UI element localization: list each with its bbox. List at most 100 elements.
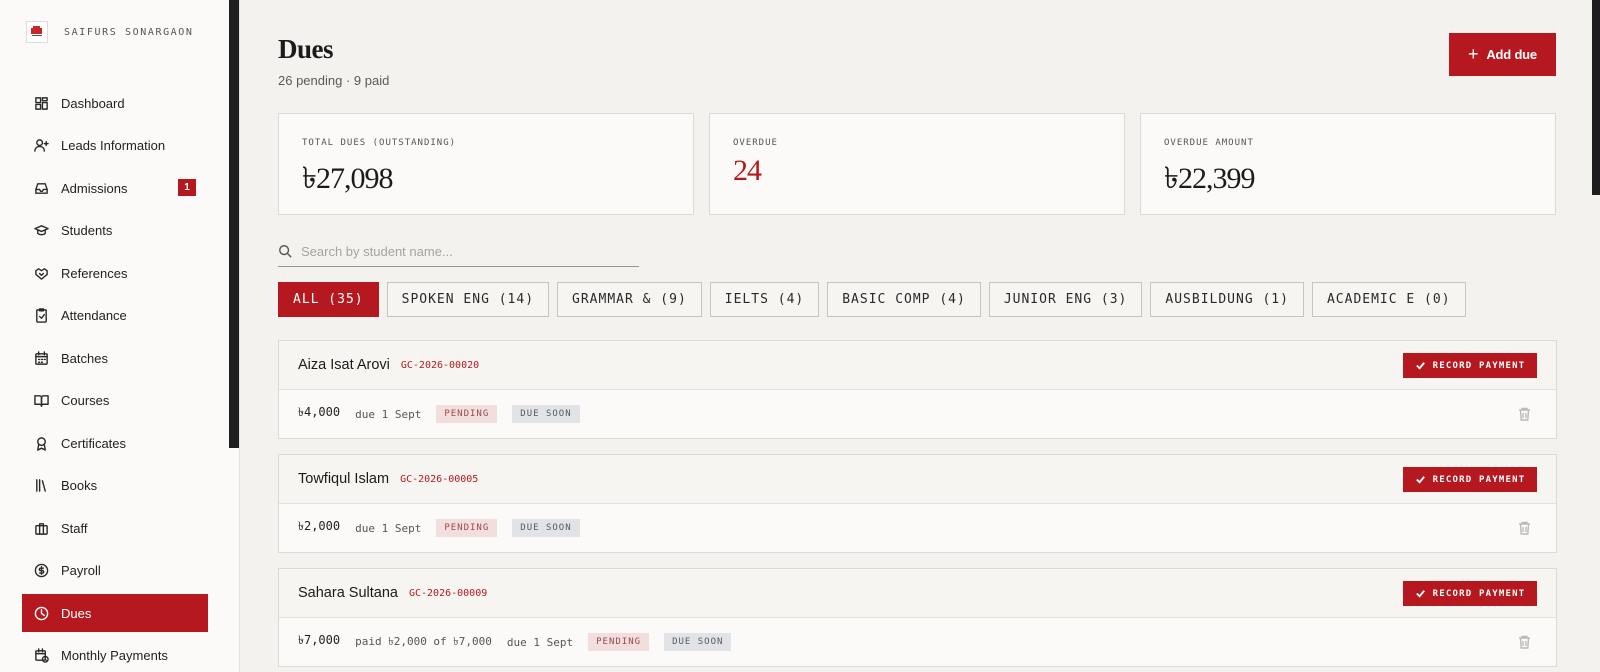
due-date: due 1 Sept [355, 521, 422, 535]
filter-chip-academic-e[interactable]: ACADEMIC E (0) [1311, 282, 1466, 317]
record-payment-label: RECORD PAYMENT [1432, 474, 1526, 485]
paid-progress: paid ৳2,000 of ৳7,000 [355, 634, 492, 648]
sidebar-nav: Dashboard Leads Information Admissions 1… [22, 84, 208, 672]
sidebar-item-books[interactable]: Books [22, 467, 208, 505]
due-card: Towfiqul Islam GC-2026-00005 RECORD PAYM… [278, 454, 1557, 553]
student-name[interactable]: Towfiqul Islam [298, 471, 389, 487]
due-card-header: Towfiqul Islam GC-2026-00005 RECORD PAYM… [279, 455, 1556, 504]
sidebar-item-label: Staff [61, 520, 88, 536]
plus-icon: + [1468, 44, 1479, 64]
due-soon-badge: DUE SOON [512, 405, 580, 423]
due-soon-badge: DUE SOON [512, 519, 580, 537]
sidebar-item-courses[interactable]: Courses [22, 382, 208, 420]
add-due-button[interactable]: + Add due [1449, 33, 1556, 76]
stat-value: 24 [733, 154, 762, 187]
due-card-header: Aiza Isat Arovi GC-2026-00020 RECORD PAY… [279, 341, 1556, 390]
clipboard-check-icon [36, 308, 47, 323]
due-date: due 1 Sept [355, 407, 422, 421]
filter-chip-all[interactable]: ALL (35) [278, 282, 379, 317]
main-scrollbar[interactable] [1592, 0, 1600, 195]
sidebar-item-certificates[interactable]: Certificates [22, 424, 208, 462]
sidebar-item-staff[interactable]: Staff [22, 509, 208, 547]
library-icon [36, 479, 46, 492]
sidebar-item-label: Admissions [61, 180, 128, 196]
sidebar-item-admissions[interactable]: Admissions 1 [22, 169, 208, 207]
record-payment-button[interactable]: RECORD PAYMENT [1403, 581, 1537, 606]
search-input[interactable] [301, 243, 621, 259]
filter-chip-junior-eng[interactable]: JUNIOR ENG (3) [988, 282, 1143, 317]
due-amount: ৳7,000 [298, 633, 341, 647]
sidebar-item-label: Attendance [61, 308, 127, 323]
filter-chip-grammar[interactable]: GRAMMAR & (9) [557, 282, 702, 317]
sidebar-scrollbar[interactable] [229, 0, 239, 448]
sidebar-item-attendance[interactable]: Attendance [22, 297, 208, 335]
sidebar-item-monthly-payments[interactable]: Monthly Payments [22, 637, 208, 672]
status-badge: PENDING [436, 519, 498, 537]
sidebar-item-payroll[interactable]: Payroll [22, 552, 208, 590]
sidebar-item-batches[interactable]: Batches [22, 339, 208, 377]
filter-chip-ielts[interactable]: IELTS (4) [709, 282, 820, 317]
page-title: Dues [278, 34, 334, 64]
brand-name: SAIFURS SONARGAON [64, 26, 194, 38]
brand[interactable]: SAIFURS SONARGAON [26, 21, 194, 43]
sidebar-item-dues[interactable]: Dues [22, 594, 208, 632]
filter-chip-ausbildung[interactable]: AUSBILDUNG (1) [1150, 282, 1304, 317]
handshake-icon [35, 267, 48, 280]
student-id: GC-2026-00005 [400, 473, 479, 485]
sidebar-item-references[interactable]: References [22, 254, 208, 292]
add-due-label: Add due [1486, 47, 1537, 62]
stats-row: TOTAL DUES (OUTSTANDING) ৳27,098 OVERDUE… [278, 113, 1556, 215]
due-amount: ৳2,000 [298, 519, 341, 533]
due-card-header: Sahara Sultana GC-2026-00009 RECORD PAYM… [279, 569, 1556, 618]
sidebar-item-students[interactable]: Students [22, 212, 208, 250]
filter-chip-basic-comp[interactable]: BASIC COMP (4) [827, 282, 981, 317]
stat-card-total-dues: TOTAL DUES (OUTSTANDING) ৳27,098 [278, 113, 694, 215]
due-date: due 1 Sept [506, 635, 574, 649]
check-icon [1415, 476, 1425, 484]
due-card-body: ৳2,000 due 1 Sept PENDING DUE SOON [279, 504, 1556, 552]
sidebar-item-label: Books [61, 478, 98, 493]
record-payment-label: RECORD PAYMENT [1432, 588, 1526, 599]
due-card-body: ৳7,000 paid ৳2,000 of ৳7,000 due 1 Sept … [279, 618, 1556, 666]
record-payment-button[interactable]: RECORD PAYMENT [1403, 353, 1537, 378]
sidebar-item-label: Certificates [61, 435, 127, 451]
student-name[interactable]: Aiza Isat Arovi [298, 357, 390, 373]
filter-chips: ALL (35) SPOKEN ENG (14) GRAMMAR & (9) I… [278, 282, 1466, 317]
main-content: Dues 26 pending · 9 paid + Add due TOTAL… [240, 0, 1600, 672]
delete-due-button[interactable] [1518, 407, 1531, 421]
due-amount: ৳4,000 [298, 405, 341, 419]
check-icon [1415, 590, 1425, 598]
briefcase-icon [35, 522, 48, 535]
delete-due-button[interactable] [1518, 635, 1531, 649]
search-icon [279, 245, 292, 258]
stat-value: ৳27,098 [302, 162, 393, 195]
due-card: Aiza Isat Arovi GC-2026-00020 RECORD PAY… [278, 340, 1557, 439]
sidebar-item-leads[interactable]: Leads Information [22, 127, 208, 165]
stat-label: TOTAL DUES (OUTSTANDING) [302, 138, 457, 148]
dashboard-icon [35, 96, 48, 110]
stat-label: OVERDUE AMOUNT [1164, 138, 1254, 148]
award-icon [37, 436, 46, 451]
status-badge: PENDING [436, 405, 498, 423]
check-icon [1415, 362, 1425, 370]
calendar-clock-icon [35, 648, 49, 663]
trash-icon [1519, 635, 1530, 649]
sidebar-item-label: References [61, 265, 128, 281]
sidebar-item-dashboard[interactable]: Dashboard [22, 84, 208, 122]
sidebar-item-label: Leads Information [61, 138, 166, 153]
record-payment-label: RECORD PAYMENT [1432, 360, 1526, 371]
student-name[interactable]: Sahara Sultana [298, 585, 398, 601]
stat-label: OVERDUE [733, 138, 778, 148]
sidebar-item-label: Dues [61, 605, 92, 621]
delete-due-button[interactable] [1518, 521, 1531, 535]
search-bar [278, 236, 639, 267]
stat-card-overdue-amount: OVERDUE AMOUNT ৳22,399 [1140, 113, 1556, 215]
dues-list: Aiza Isat Arovi GC-2026-00020 RECORD PAY… [278, 340, 1557, 672]
filter-chip-spoken-eng[interactable]: SPOKEN ENG (14) [386, 282, 550, 317]
book-open-icon [34, 395, 49, 407]
sidebar-item-label: Courses [61, 393, 110, 408]
record-payment-button[interactable]: RECORD PAYMENT [1403, 467, 1537, 492]
inbox-icon [35, 182, 48, 194]
admissions-count-badge: 1 [178, 179, 196, 196]
graduation-cap-icon [34, 225, 49, 236]
